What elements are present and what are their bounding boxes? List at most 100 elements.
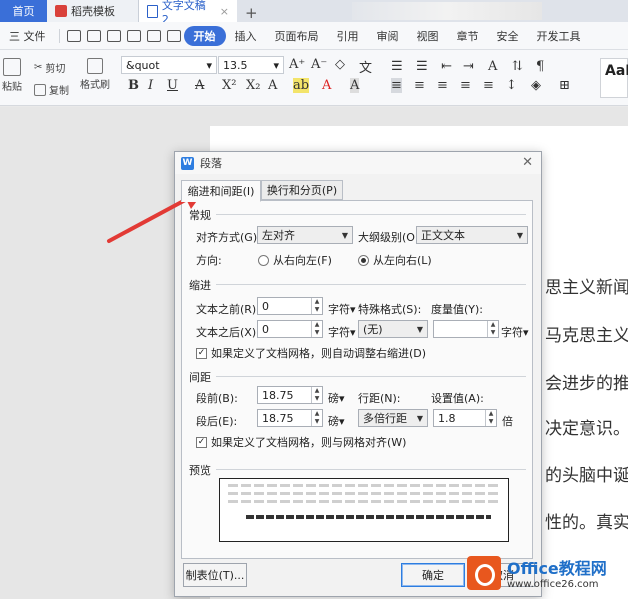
menu-insert[interactable]: 插入 [226,28,266,44]
bold-icon[interactable]: B [128,78,139,93]
copy-button[interactable]: 复制 [34,82,69,97]
underline-icon[interactable]: U [167,78,178,93]
line-spacing-icon[interactable]: ↕ [506,78,517,93]
shrink-font-icon[interactable]: A⁻ [311,57,327,72]
add-tab-button[interactable]: + [245,4,258,22]
font-color-icon[interactable]: A [322,78,331,93]
ok-button[interactable]: 确定 [401,563,465,587]
print-preview-icon[interactable] [126,29,141,42]
highlight-icon[interactable]: ab [293,78,310,93]
cut-button[interactable]: ✂ 剪切 [34,60,65,75]
style-gallery[interactable]: AaB [600,58,628,98]
increase-indent-icon[interactable]: ⇥ [463,59,474,74]
indent-after-input[interactable]: 0 ▲ ▼ [257,320,323,338]
office-logo-icon [467,555,501,590]
outline-level-select[interactable]: 正文文本 ▼ [416,226,528,244]
spinner-arrows-icon[interactable]: ▲ ▼ [311,298,322,314]
tab-stops-button[interactable]: 制表位(T)... [183,563,247,587]
decrease-indent-icon[interactable]: ⇤ [441,59,452,74]
justify-icon[interactable]: ≡ [460,78,471,93]
tab-line-page-breaks[interactable]: 换行和分页(P) [261,180,343,200]
tab-indent-spacing[interactable]: 缩进和间距(I) [181,180,261,202]
redo-icon[interactable] [166,29,181,42]
distributed-icon[interactable]: ≡ [483,78,494,93]
export-icon[interactable] [86,29,101,42]
setting-value-input[interactable]: 1.8 ▲ ▼ [433,409,497,427]
bullets-icon[interactable]: ☰ [391,59,403,74]
snap-to-grid-checkbox[interactable]: ✓ 如果定义了文档网格，则与网格对齐(W) [196,434,406,450]
show-marks-icon[interactable]: ¶ [536,59,544,74]
close-icon[interactable]: ✕ [522,155,533,170]
spinner-arrows-icon[interactable]: ▲ ▼ [311,410,322,426]
space-before-unit[interactable]: 磅▾ [328,390,345,406]
section-indent: 缩进 [189,279,211,292]
clear-format-icon[interactable]: ◇ [335,57,345,72]
tab-stops-label: 制表位(T)... [185,569,245,582]
indent-before-unit[interactable]: 字符▾ [328,301,356,317]
line-spacing-select[interactable]: 多倍行距 ▼ [358,409,428,427]
paragraph-dialog: W 段落 ✕ 缩进和间距(I) 换行和分页(P) 常规 对齐方式(G): 左对齐… [174,151,542,597]
rtl-radio[interactable]: 从右向左(F) [258,252,332,268]
undo-icon[interactable] [146,29,161,42]
superscript-icon[interactable]: X² [222,78,236,93]
divider [216,214,526,215]
space-after-unit[interactable]: 磅▾ [328,413,345,429]
spinner-arrows-icon[interactable]: ▲ ▼ [485,410,496,426]
dialog-title-bar[interactable]: W 段落 [175,152,541,174]
tab-home[interactable]: 首页 [0,0,47,22]
close-tab-icon[interactable]: × [220,5,229,18]
pinyin-icon[interactable]: 文 [359,57,372,76]
strikethrough-icon[interactable]: A [195,78,204,93]
subscript-icon[interactable]: X₂ [246,78,260,93]
save-icon[interactable] [66,29,81,42]
text-effect-icon[interactable]: A [268,78,277,93]
spinner-arrows-icon[interactable]: ▲ ▼ [311,321,322,337]
chinese-layout-icon[interactable]: A [488,59,497,74]
file-menu[interactable]: 三 文件 [0,28,55,44]
spinner-arrows-icon[interactable]: ▲ ▼ [487,321,498,337]
space-after-input[interactable]: 18.75 ▲ ▼ [257,409,323,427]
menu-home[interactable]: 开始 [183,25,226,46]
tab-templates[interactable]: 稻壳模板 [47,0,139,22]
shading-icon[interactable]: ◈ [531,78,541,93]
radio-indicator [358,254,369,266]
chevron-down-icon: ▼ [416,324,423,334]
auto-right-indent-checkbox[interactable]: ✓ 如果定义了文档网格，则自动调整右缩进(D) [196,345,426,361]
print-icon[interactable] [106,29,121,42]
grow-font-icon[interactable]: A⁺ [289,57,305,72]
menu-chapter[interactable]: 章节 [448,28,488,44]
ltr-radio[interactable]: 从左向右(L) [358,252,432,268]
tab-document[interactable]: 文字文稿2 × [139,0,237,26]
align-left-icon[interactable]: ≡ [391,78,402,93]
format-painter-button[interactable]: 格式刷 [80,58,110,91]
space-before-input[interactable]: 18.75 ▲ ▼ [257,386,323,404]
measure-input[interactable]: ▲ ▼ [433,320,499,338]
spinner-arrows-icon[interactable]: ▲ ▼ [311,387,322,403]
alignment-select[interactable]: 左对齐 ▼ [257,226,353,244]
italic-icon[interactable]: I [148,78,153,93]
menu-references[interactable]: 引用 [328,28,368,44]
borders-icon[interactable]: ⊞ [559,78,570,93]
menu-developer[interactable]: 开发工具 [528,28,590,44]
menu-page-layout[interactable]: 页面布局 [266,28,328,44]
align-center-icon[interactable]: ≡ [414,78,425,93]
font-size-select[interactable]: 13.5 ▾ [218,56,284,74]
paste-button[interactable]: 粘贴 [2,58,22,93]
menu-review[interactable]: 审阅 [368,28,408,44]
align-right-icon[interactable]: ≡ [437,78,448,93]
numbering-icon[interactable]: ☰ [416,59,428,74]
font-name-select[interactable]: &quot ▾ [121,56,217,74]
style-preview-text: AaB [605,63,628,79]
brush-icon [87,58,103,74]
special-format-select[interactable]: (无) ▼ [358,320,428,338]
sort-icon[interactable]: ⇅ [512,59,523,74]
line-spacing-value: 多倍行距 [363,412,407,425]
menu-view[interactable]: 视图 [408,28,448,44]
document-text-line: 决定意识。 [545,419,628,439]
indent-before-input[interactable]: 0 ▲ ▼ [257,297,323,315]
preview-current-line [246,515,491,519]
measure-unit[interactable]: 字符▾ [501,324,529,340]
indent-after-unit[interactable]: 字符▾ [328,324,356,340]
char-shading-icon[interactable]: A [350,78,360,93]
menu-security[interactable]: 安全 [488,28,528,44]
